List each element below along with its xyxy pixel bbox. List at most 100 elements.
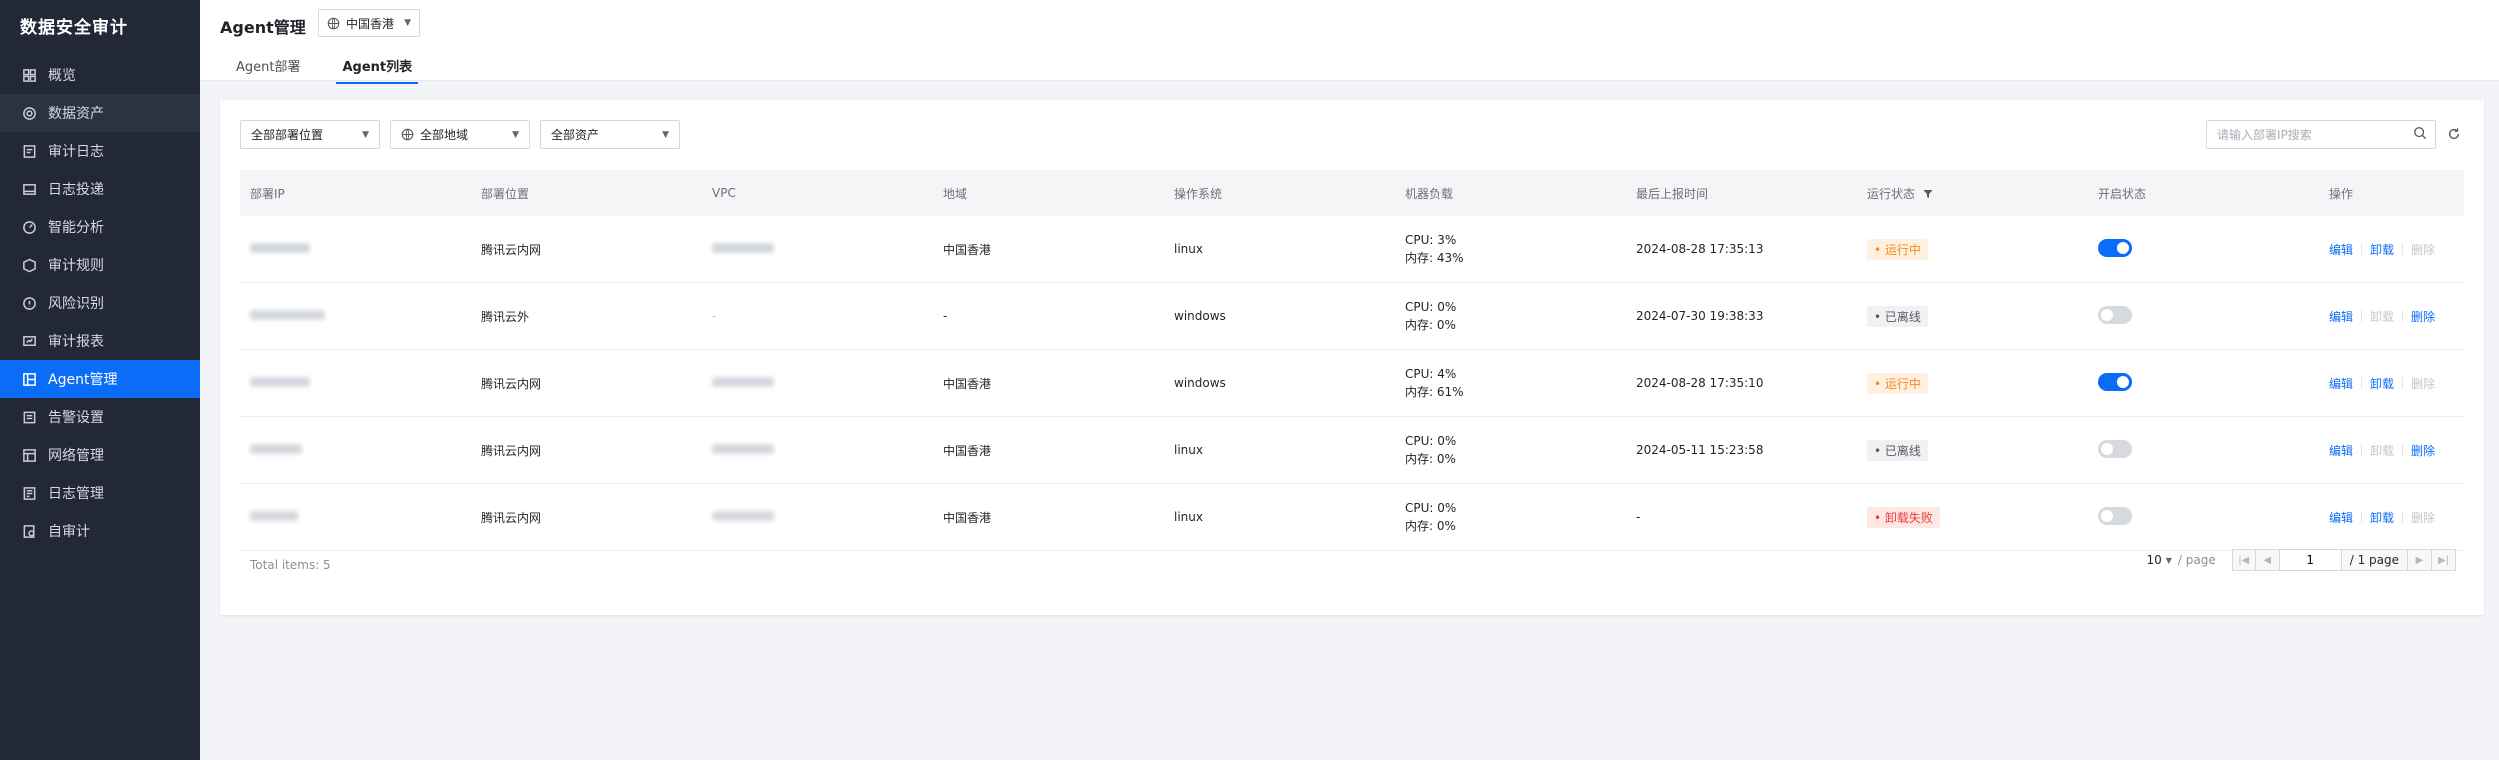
sidebar-item-label: 日志管理 xyxy=(48,486,104,502)
table-row: 腾讯云内网 中国香港 linux CPU: 0% 内存: 0% - • 卸载失败 编辑 卸载 删除 xyxy=(240,483,2464,551)
enable-cell xyxy=(2088,216,2319,283)
load-cell: CPU: 4% 内存: 61% xyxy=(1395,349,1626,417)
uninstall-button: 卸载 xyxy=(2370,443,2395,458)
ops-cell: 编辑 卸载 删除 xyxy=(2319,483,2464,551)
cpu-load: CPU: 0% xyxy=(1405,501,1457,515)
region-select[interactable]: 中国香港 ▼ xyxy=(318,9,420,37)
sidebar-item-label: 审计规则 xyxy=(48,258,104,274)
row-actions: 编辑 卸载 删除 xyxy=(2329,375,2463,392)
tab-agent-deploy[interactable]: Agent部署 xyxy=(230,52,306,84)
audit-log-icon xyxy=(20,142,38,160)
sidebar-item-asset[interactable]: 数据资产 xyxy=(0,94,200,132)
sidebar-item-label: 审计日志 xyxy=(48,144,104,160)
table-row: 腾讯云内网 中国香港 windows CPU: 4% 内存: 61% 2024-08-28… xyxy=(240,349,2464,417)
per-page-label: / page xyxy=(2177,553,2216,567)
ip-redacted xyxy=(250,511,298,521)
column-header: 操作 xyxy=(2319,170,2464,216)
enable-toggle[interactable] xyxy=(2098,506,2132,525)
ops-cell: 编辑 卸载 删除 xyxy=(2319,416,2464,484)
region-cell: 中国香港 xyxy=(933,216,1164,283)
enable-toggle[interactable] xyxy=(2098,372,2132,391)
vpc-redacted xyxy=(712,243,774,253)
refresh-icon[interactable] xyxy=(2446,126,2462,142)
cpu-load: CPU: 4% xyxy=(1405,367,1457,381)
first-page-icon[interactable]: |◀ xyxy=(2231,549,2256,571)
ip-redacted xyxy=(250,243,310,253)
sidebar-item-agent[interactable]: Agent管理 xyxy=(0,360,200,398)
sidebar-item-log-delivery[interactable]: 日志投递 xyxy=(0,170,200,208)
enable-cell xyxy=(2088,349,2319,417)
next-page-icon[interactable]: ▶ xyxy=(2408,549,2432,571)
uninstall-button[interactable]: 卸载 xyxy=(2362,241,2402,258)
os-cell: windows xyxy=(1164,349,1395,417)
filter-icon[interactable] xyxy=(1923,189,1933,199)
location-cell: 腾讯云外 xyxy=(471,282,702,350)
os-cell: linux xyxy=(1164,483,1395,551)
region-cell: - xyxy=(933,282,1164,350)
log-manage-icon xyxy=(20,484,38,502)
position-filter[interactable]: 全部部署位置 ▼ xyxy=(240,120,380,149)
sidebar-item-audit-log[interactable]: 审计日志 xyxy=(0,132,200,170)
sidebar-item-self-audit[interactable]: 自审计 xyxy=(0,512,200,550)
report-icon xyxy=(20,332,38,350)
page-number-input[interactable] xyxy=(2288,552,2333,568)
os-cell: linux xyxy=(1164,216,1395,283)
chevron-down-icon: ▼ xyxy=(362,129,369,140)
search-icon[interactable] xyxy=(2413,126,2427,144)
edit-button[interactable]: 编辑 xyxy=(2329,308,2361,325)
sidebar-item-analysis[interactable]: 智能分析 xyxy=(0,208,200,246)
sidebar-item-rules[interactable]: 审计规则 xyxy=(0,246,200,284)
sidebar-item-alert[interactable]: 告警设置 xyxy=(0,398,200,436)
ops-cell: 编辑 卸载 删除 xyxy=(2319,349,2464,417)
memory-load: 内存: 0% xyxy=(1405,318,1456,332)
edit-button[interactable]: 编辑 xyxy=(2329,509,2361,526)
status-cell: • 已离线 xyxy=(1857,282,2088,350)
vpc-cell xyxy=(702,416,933,484)
column-header: 机器负载 xyxy=(1395,170,1626,216)
location-cell: 腾讯云内网 xyxy=(471,216,702,283)
sidebar-item-risk[interactable]: 风险识别 xyxy=(0,284,200,322)
table-row: 腾讯云内网 中国香港 linux CPU: 3% 内存: 43% 2024-08-28 1… xyxy=(240,216,2464,283)
page-number-box xyxy=(2279,549,2342,571)
agent-list-card: 全部部署位置 ▼ 全部地域 ▼ 全部资产 ▼ 部署IP 部署位置 VPC xyxy=(220,100,2484,615)
status-cell: • 运行中 xyxy=(1857,216,2088,283)
delete-button[interactable]: 删除 xyxy=(2403,442,2443,459)
page-header: Agent管理 中国香港 ▼ Agent部署 Agent列表 xyxy=(200,0,2499,84)
status-cell: • 运行中 xyxy=(1857,349,2088,417)
enable-toggle[interactable] xyxy=(2098,305,2132,324)
prev-page-icon[interactable]: ◀ xyxy=(2255,549,2280,571)
cpu-load: CPU: 0% xyxy=(1405,300,1457,314)
memory-load: 内存: 61% xyxy=(1405,385,1464,399)
enable-toggle[interactable] xyxy=(2098,238,2132,257)
enable-cell xyxy=(2088,416,2319,484)
uninstall-button[interactable]: 卸载 xyxy=(2362,509,2402,526)
status-badge: • 运行中 xyxy=(1867,372,1928,394)
uninstall-button[interactable]: 卸载 xyxy=(2362,375,2402,392)
status-badge: • 已离线 xyxy=(1867,305,1928,327)
sidebar-item-log-manage[interactable]: 日志管理 xyxy=(0,474,200,512)
edit-button[interactable]: 编辑 xyxy=(2329,241,2361,258)
sidebar-item-label: 风险识别 xyxy=(48,296,104,312)
sidebar-item-dashboard[interactable]: 概览 xyxy=(0,56,200,94)
sidebar-item-label: 概览 xyxy=(48,68,76,84)
sidebar-item-report[interactable]: 审计报表 xyxy=(0,322,200,360)
page-size-select[interactable]: 10 ▼ xyxy=(2146,553,2171,567)
alert-icon xyxy=(20,408,38,426)
enable-toggle[interactable] xyxy=(2098,439,2132,458)
edit-button[interactable]: 编辑 xyxy=(2329,375,2361,392)
status-column-header[interactable]: 运行状态 xyxy=(1857,170,2088,216)
search-input[interactable] xyxy=(2215,126,2413,143)
sidebar-item-label: 审计报表 xyxy=(48,334,104,350)
last-page-icon[interactable]: ▶| xyxy=(2432,549,2456,571)
sidebar-item-network[interactable]: 网络管理 xyxy=(0,436,200,474)
sidebar: 数据安全审计 概览 数据资产 审计日志 日志投递 智能分析 审计规则 风险识别 审计报表 Age… xyxy=(0,0,200,760)
tab-agent-list[interactable]: Agent列表 xyxy=(336,52,419,84)
region-filter[interactable]: 全部地域 ▼ xyxy=(390,120,530,149)
asset-icon xyxy=(20,104,38,122)
delete-button[interactable]: 删除 xyxy=(2403,308,2443,325)
edit-button[interactable]: 编辑 xyxy=(2329,442,2361,459)
table-row: 腾讯云内网 中国香港 linux CPU: 0% 内存: 0% 2024-05-11 15… xyxy=(240,416,2464,484)
uninstall-button: 卸载 xyxy=(2370,309,2395,324)
ops-cell: 编辑 卸载 删除 xyxy=(2319,282,2464,350)
asset-filter[interactable]: 全部资产 ▼ xyxy=(540,120,680,149)
